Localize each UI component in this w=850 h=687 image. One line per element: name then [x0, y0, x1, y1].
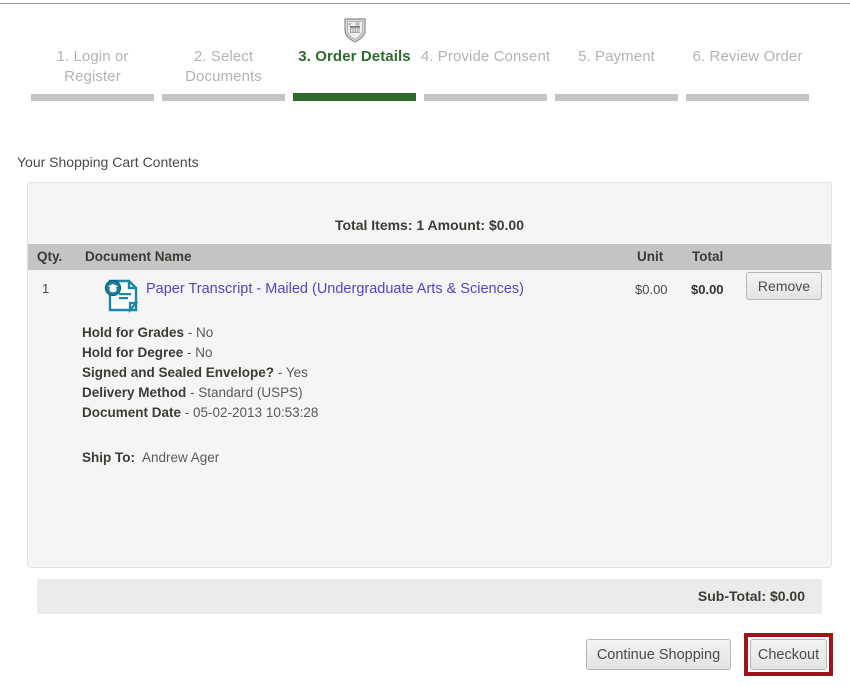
column-header-document-name: Document Name: [85, 249, 192, 264]
step-progress-bar: [293, 93, 416, 101]
item-option-value-wrap: - Standard (USPS): [186, 385, 303, 400]
cart-heading: Your Shopping Cart Contents: [17, 154, 199, 170]
column-header-total: Total: [692, 249, 724, 264]
item-option: Document Date - 05-02-2013 10:53:28: [82, 403, 318, 423]
step-progress-bar: [162, 94, 285, 101]
order-details-page: 1. Login or Register 2. Select Documents: [0, 0, 850, 687]
step-provide-consent[interactable]: 4. Provide Consent: [420, 14, 551, 102]
cart-item-row: 1 Paper Transcript - Mailed (Undergradua…: [28, 270, 831, 646]
step-progress-bar: [424, 94, 547, 101]
shopping-cart-panel: Total Items: 1 Amount: $0.00 Qty. Docume…: [27, 182, 832, 646]
item-option: Signed and Sealed Envelope? - Yes: [82, 363, 318, 383]
item-option-value-wrap: - No: [184, 325, 214, 340]
item-option: Delivery Method - Standard (USPS): [82, 383, 318, 403]
item-option-value-wrap: - No: [183, 345, 213, 360]
checkout-button[interactable]: Checkout: [750, 639, 827, 670]
item-option-value: Yes: [285, 365, 308, 380]
item-qty: 1: [42, 281, 50, 296]
redaction-overlay: [146, 626, 234, 637]
step-label: 4. Provide Consent: [420, 48, 551, 65]
item-option-value-wrap: - 05-02-2013 10:53:28: [181, 405, 319, 420]
item-option-label: Hold for Grades: [82, 325, 185, 340]
ship-to-label: Ship To:: [82, 450, 135, 465]
cart-subtotal: Sub-Total: $0.00: [697, 588, 805, 604]
item-option-value: 05-02-2013 10:53:28: [193, 405, 319, 420]
cart-totals-summary: Total Items: 1 Amount: $0.00: [334, 217, 525, 233]
ship-to-name: Andrew Ager: [142, 450, 220, 465]
item-option-label: Delivery Method: [82, 385, 187, 400]
column-header-unit: Unit: [637, 249, 664, 264]
step-select-documents[interactable]: 2. Select Documents: [158, 14, 289, 102]
cart-subtotal-strip: Sub-Total: $0.00: [37, 579, 822, 614]
step-label: 5. Payment: [578, 48, 655, 65]
item-options-list: Hold for Grades - No Hold for Degree - N…: [82, 323, 318, 423]
transcript-document-icon: [97, 273, 143, 319]
cart-table-header: Qty. Document Name Unit Total: [28, 244, 831, 270]
continue-shopping-button[interactable]: Continue Shopping: [586, 639, 731, 670]
checkout-progress-stepper: 1. Login or Register 2. Select Documents: [27, 14, 823, 102]
step-label: 6. Review Order: [692, 48, 803, 65]
item-total-price: $0.00: [691, 282, 724, 297]
step-label: 3. Order Details: [298, 48, 411, 65]
step-review-order[interactable]: 6. Review Order: [682, 14, 813, 102]
column-header-qty: Qty.: [37, 249, 63, 264]
item-option-label: Signed and Sealed Envelope?: [82, 365, 275, 380]
item-option-label: Hold for Degree: [82, 345, 184, 360]
step-payment[interactable]: 5. Payment: [551, 14, 682, 102]
step-progress-bar: [555, 94, 678, 101]
ship-to-block: Ship To: Andrew Ager: [82, 450, 219, 465]
item-option-label: Document Date: [82, 405, 182, 420]
item-unit-price: $0.00: [635, 282, 668, 297]
document-name-link[interactable]: Paper Transcript - Mailed (Undergraduate…: [146, 281, 524, 297]
item-option-value: No: [195, 345, 213, 360]
step-login-or-register[interactable]: 1. Login or Register: [27, 14, 158, 102]
university-crest-logo: [340, 15, 370, 45]
step-progress-bar: [31, 94, 154, 101]
step-label: 1. Login or Register: [56, 48, 129, 85]
remove-item-button[interactable]: Remove: [746, 272, 822, 300]
top-divider: [0, 3, 850, 4]
item-option-value-wrap: - Yes: [274, 365, 308, 380]
step-label: 2. Select Documents: [185, 48, 262, 85]
item-option-value: Standard (USPS): [198, 385, 303, 400]
step-progress-bar: [686, 94, 809, 101]
item-option: Hold for Degree - No: [82, 343, 318, 363]
item-option-value: No: [196, 325, 214, 340]
step-order-details[interactable]: 3. Order Details: [289, 14, 420, 102]
item-option: Hold for Grades - No: [82, 323, 318, 343]
